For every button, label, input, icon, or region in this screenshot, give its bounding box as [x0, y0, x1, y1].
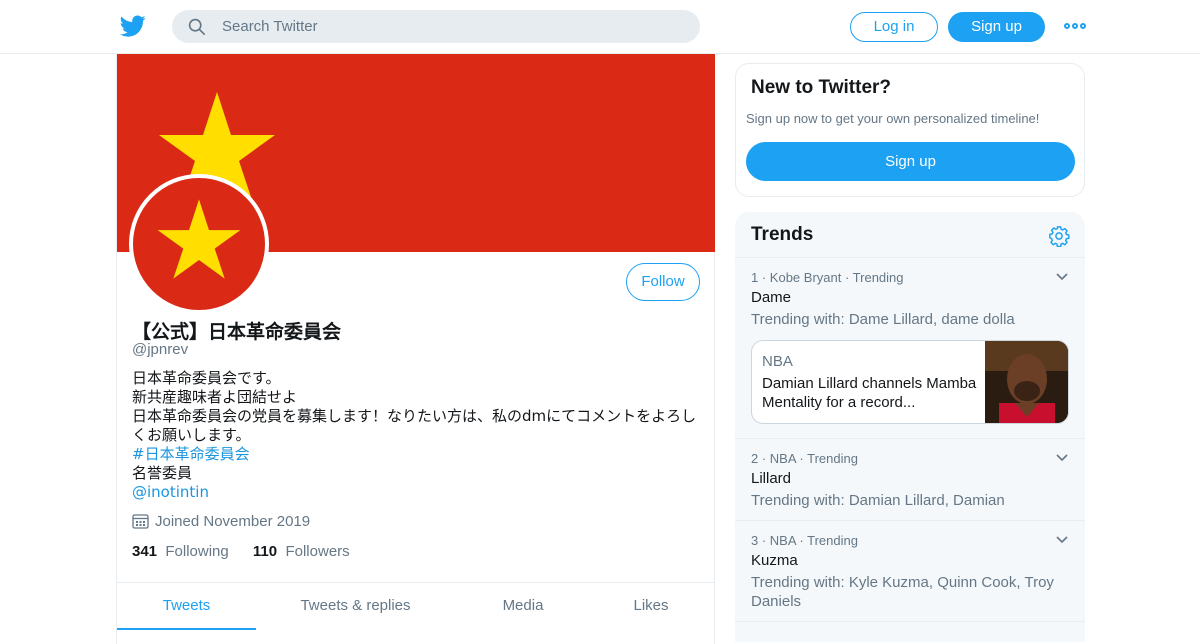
trend-meta: 3 · NBA · Trending [751, 533, 858, 548]
tab-tweets[interactable]: Tweets [117, 583, 256, 630]
trend-name: Lillard [751, 470, 792, 487]
news-headline: Damian Lillard channels Mamba Mentality … [762, 375, 977, 411]
search-input[interactable] [222, 10, 682, 43]
followers-label: Followers [285, 543, 350, 560]
star-icon [157, 199, 241, 279]
tab-likes[interactable]: Likes [612, 583, 690, 630]
chevron-down-icon[interactable] [1055, 535, 1069, 545]
bio-line: 日本革命委員会です。 [132, 369, 281, 387]
bio-mention-link[interactable]: @inotintin [132, 483, 702, 502]
avatar[interactable] [129, 174, 269, 314]
trend-news-card[interactable]: NBA Damian Lillard channels Mamba Mental… [751, 340, 1069, 424]
followers-stat[interactable]: 110 Followers [253, 543, 350, 560]
calendar-icon [132, 514, 149, 529]
trend-rank: 1 [751, 270, 759, 285]
signup-card-subtitle: Sign up now to get your own personalized… [746, 111, 1040, 126]
news-thumbnail [985, 341, 1068, 423]
follow-button[interactable]: Follow [626, 263, 700, 301]
trend-context: NBA [769, 451, 796, 466]
profile-stats: 341 Following 110 Followers [132, 543, 370, 560]
chevron-down-icon[interactable] [1055, 453, 1069, 463]
trend-with: Trending with: Dame Lillard, dame dolla [751, 311, 1015, 328]
profile-display-name: 【公式】日本革命委員会 [132, 321, 342, 343]
signup-card-button[interactable]: Sign up [746, 142, 1075, 181]
profile-handle[interactable]: @jpnrev [132, 341, 188, 358]
trend-name: Kuzma [751, 552, 798, 569]
trend-status: Trending [807, 533, 858, 548]
trend-item[interactable]: 1 · Kobe Bryant · Trending Dame Trending… [735, 258, 1085, 439]
signup-card: New to Twitter? Sign up now to get your … [735, 63, 1085, 197]
joined-date-text: Joined November 2019 [155, 513, 311, 530]
profile-column: Follow 【公式】日本革命委員会 @jpnrev 日本革命委員会です。 新共… [116, 54, 715, 644]
more-dots-icon[interactable] [1064, 20, 1086, 32]
bio-line: 新共産趣味者よ団結せよ [132, 388, 298, 406]
trend-name: Dame [751, 289, 792, 306]
following-label: Following [165, 543, 229, 560]
following-stat[interactable]: 341 Following [132, 543, 229, 560]
trends-panel: Trends 1 · Kobe Bryant · Trending Dame T… [735, 212, 1085, 642]
top-navigation-bar: Log in Sign up [0, 0, 1200, 54]
search-box[interactable] [172, 10, 700, 43]
trend-status: Trending [852, 270, 904, 285]
joined-date: Joined November 2019 [132, 513, 310, 533]
trend-status: Trending [807, 451, 858, 466]
twitter-bird-icon[interactable] [120, 13, 146, 39]
following-count: 341 [132, 543, 158, 560]
chevron-down-icon[interactable] [1055, 272, 1069, 282]
trends-header: Trends [735, 212, 1085, 258]
trend-rank: 2 [751, 451, 759, 466]
login-button[interactable]: Log in [850, 12, 938, 42]
trend-with: Trending with: Damian Lillard, Damian [751, 492, 1005, 509]
trends-title: Trends [751, 224, 814, 245]
gear-icon[interactable] [1048, 225, 1070, 247]
trend-context: Kobe Bryant [769, 270, 842, 285]
followers-count: 110 [252, 543, 278, 560]
profile-tabs: Tweets Tweets & replies Media Likes [117, 582, 715, 630]
trend-rank: 3 [751, 533, 759, 548]
bio-hashtag-link[interactable]: #日本革命委員会 [132, 445, 702, 464]
bio-line: 日本革命委員会の党員を募集します！なりたい方は、私のdmにてコメントをよろし [132, 407, 697, 425]
bio-line: くお願いします。 [132, 426, 251, 444]
tab-media[interactable]: Media [479, 583, 567, 630]
signup-button[interactable]: Sign up [948, 12, 1045, 42]
trend-context: NBA [769, 533, 796, 548]
news-source: NBA [762, 353, 793, 370]
trend-meta: 2 · NBA · Trending [751, 451, 858, 466]
profile-bio: 日本革命委員会です。 新共産趣味者よ団結せよ 日本革命委員会の党員を募集します！… [132, 369, 702, 502]
search-icon [188, 18, 206, 36]
bio-line: 名誉委員 [132, 464, 193, 482]
trend-item[interactable]: 2 · NBA · Trending Lillard Trending with… [735, 439, 1085, 521]
tab-tweets-replies[interactable]: Tweets & replies [277, 583, 434, 630]
signup-card-title: New to Twitter? [751, 77, 892, 98]
trend-with: Trending with: Kyle Kuzma, Quinn Cook, T… [751, 574, 1054, 610]
trend-meta: 1 · Kobe Bryant · Trending [751, 270, 904, 285]
trend-item[interactable]: 3 · NBA · Trending Kuzma Trending with: … [735, 521, 1085, 622]
